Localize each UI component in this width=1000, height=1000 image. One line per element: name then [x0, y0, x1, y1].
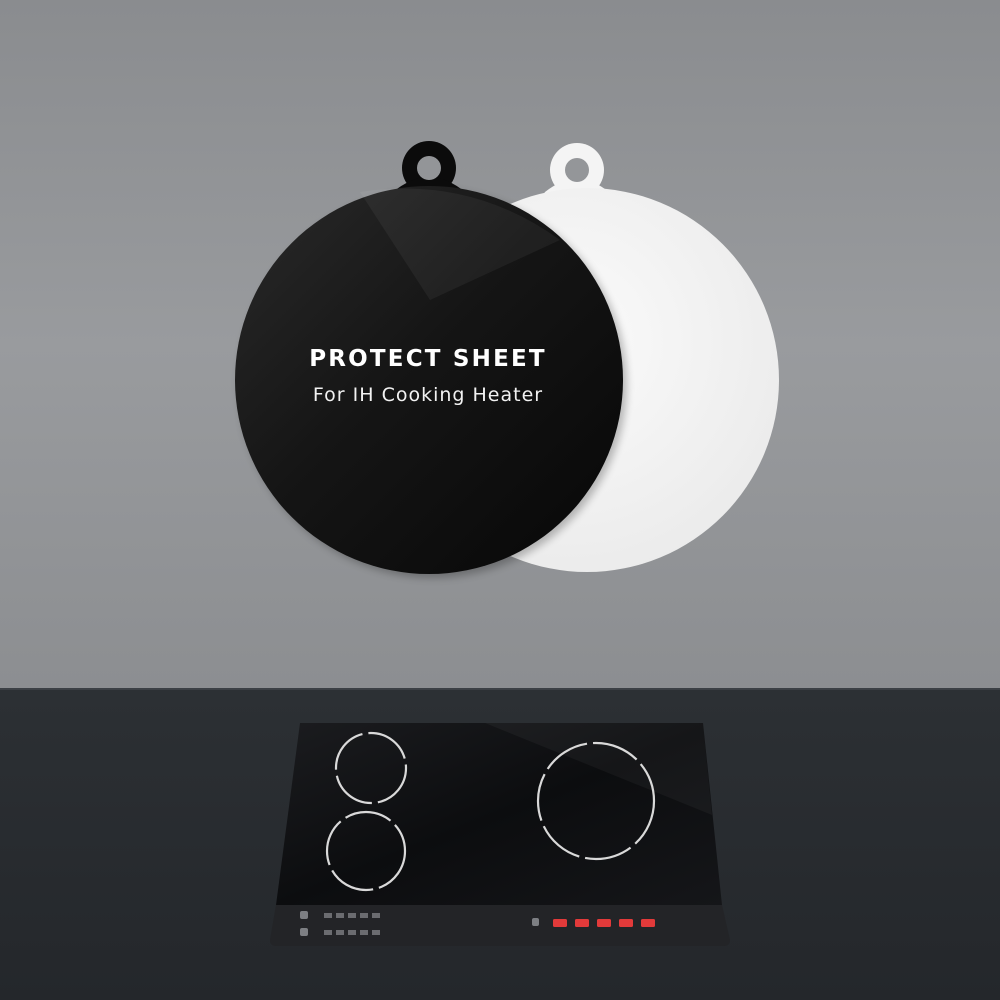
product-scene: PROTECT SHEET For IH Cooking Heater	[0, 0, 1000, 1000]
scene-illustration	[0, 0, 1000, 1000]
ih-cooktop	[270, 723, 730, 946]
product-subtitle: For IH Cooking Heater	[312, 384, 544, 406]
product-title: PROTECT SHEET	[309, 346, 547, 372]
